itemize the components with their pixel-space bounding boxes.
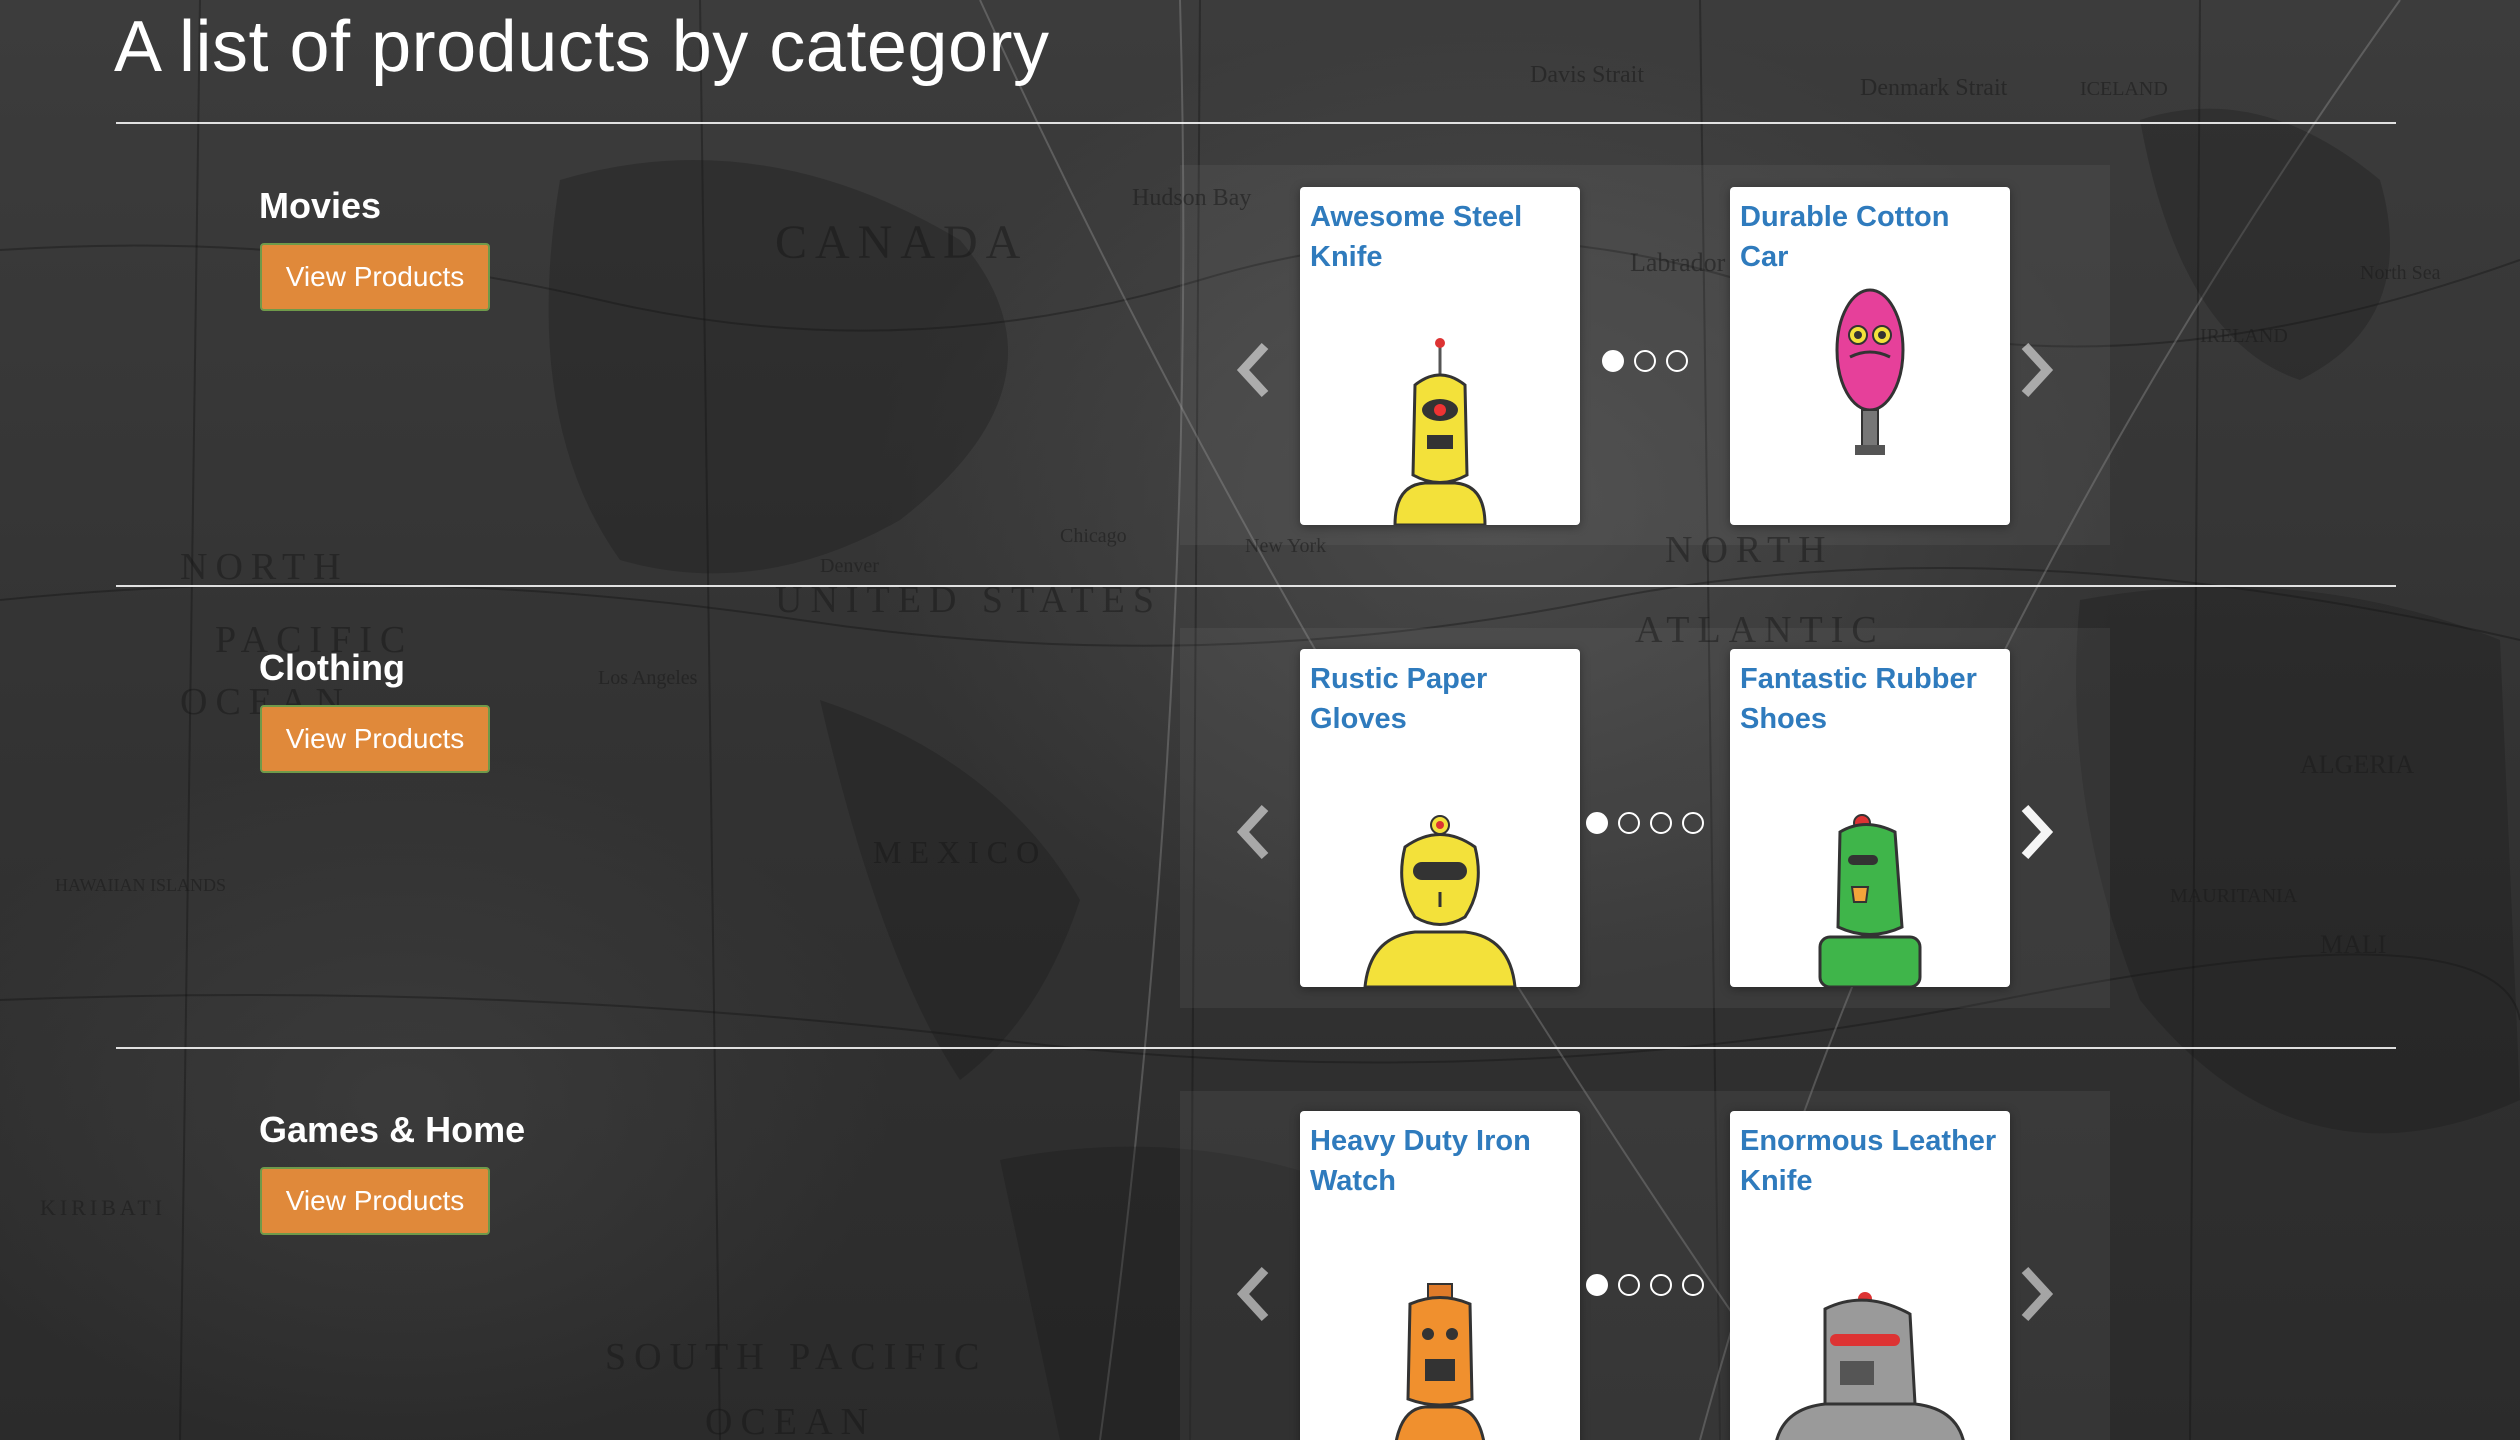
gray-helmet-robot-image: [1730, 1220, 2010, 1440]
carousel-dot[interactable]: [1602, 350, 1624, 372]
category-clothing: Clothing View Products Rustic Paper Glov…: [0, 587, 2520, 1047]
carousel-dot[interactable]: [1666, 350, 1688, 372]
chevron-left-icon[interactable]: [1230, 1259, 1280, 1329]
category-title: Movies: [259, 185, 382, 226]
carousel-dot[interactable]: [1586, 1274, 1608, 1296]
chevron-left-icon[interactable]: [1230, 797, 1280, 867]
map-label: Denmark Strait: [1860, 75, 2008, 101]
chevron-left-icon[interactable]: [1230, 335, 1280, 405]
view-products-button[interactable]: View Products: [260, 243, 490, 311]
view-products-button[interactable]: View Products: [260, 705, 490, 773]
carousel-dot[interactable]: [1682, 1274, 1704, 1296]
green-robot-image: [1730, 767, 2010, 987]
carousel-dot[interactable]: [1650, 1274, 1672, 1296]
product-card[interactable]: Enormous Leather Knife: [1730, 1111, 2010, 1440]
product-card[interactable]: Rustic Paper Gloves: [1300, 649, 1580, 987]
yellow-round-robot-image: [1300, 767, 1580, 987]
chevron-right-icon[interactable]: [2010, 335, 2060, 405]
map-label: ICELAND: [2080, 78, 2168, 100]
product-card[interactable]: Fantastic Rubber Shoes: [1730, 649, 2010, 987]
carousel-dot[interactable]: [1634, 350, 1656, 372]
yellow-antenna-robot-image: [1300, 305, 1580, 525]
product-card[interactable]: Durable Cotton Car: [1730, 187, 2010, 525]
chevron-right-icon[interactable]: [2010, 797, 2060, 867]
carousel-indicators: [1586, 812, 1704, 834]
carousel-dot[interactable]: [1650, 812, 1672, 834]
product-title[interactable]: Durable Cotton Car: [1740, 197, 2002, 277]
category-games-home: Games & Home View Products Heavy Duty Ir…: [0, 1049, 2520, 1440]
map-label: Davis Strait: [1530, 62, 1644, 88]
product-title[interactable]: Enormous Leather Knife: [1740, 1121, 2002, 1201]
carousel-dot[interactable]: [1586, 812, 1608, 834]
carousel-dot[interactable]: [1618, 1274, 1640, 1296]
product-title[interactable]: Fantastic Rubber Shoes: [1740, 659, 2002, 739]
carousel-dot[interactable]: [1682, 812, 1704, 834]
chevron-right-icon[interactable]: [2010, 1259, 2060, 1329]
orange-robot-image: [1300, 1220, 1580, 1440]
product-title[interactable]: Heavy Duty Iron Watch: [1310, 1121, 1572, 1201]
divider: [116, 122, 2396, 124]
category-title: Games & Home: [259, 1109, 526, 1150]
view-products-button[interactable]: View Products: [260, 1167, 490, 1235]
category-title: Clothing: [259, 647, 405, 688]
page-title: A list of products by category: [114, 7, 1050, 87]
carousel-dot[interactable]: [1618, 812, 1640, 834]
product-card[interactable]: Heavy Duty Iron Watch: [1300, 1111, 1580, 1440]
product-title[interactable]: Awesome Steel Knife: [1310, 197, 1572, 277]
category-movies: Movies View Products Awesome Steel Knife…: [0, 125, 2520, 585]
carousel-indicators: [1602, 350, 1688, 372]
product-title[interactable]: Rustic Paper Gloves: [1310, 659, 1572, 739]
carousel-indicators: [1586, 1274, 1704, 1296]
pink-oval-robot-image: [1730, 288, 2010, 525]
product-card[interactable]: Awesome Steel Knife: [1300, 187, 1580, 525]
